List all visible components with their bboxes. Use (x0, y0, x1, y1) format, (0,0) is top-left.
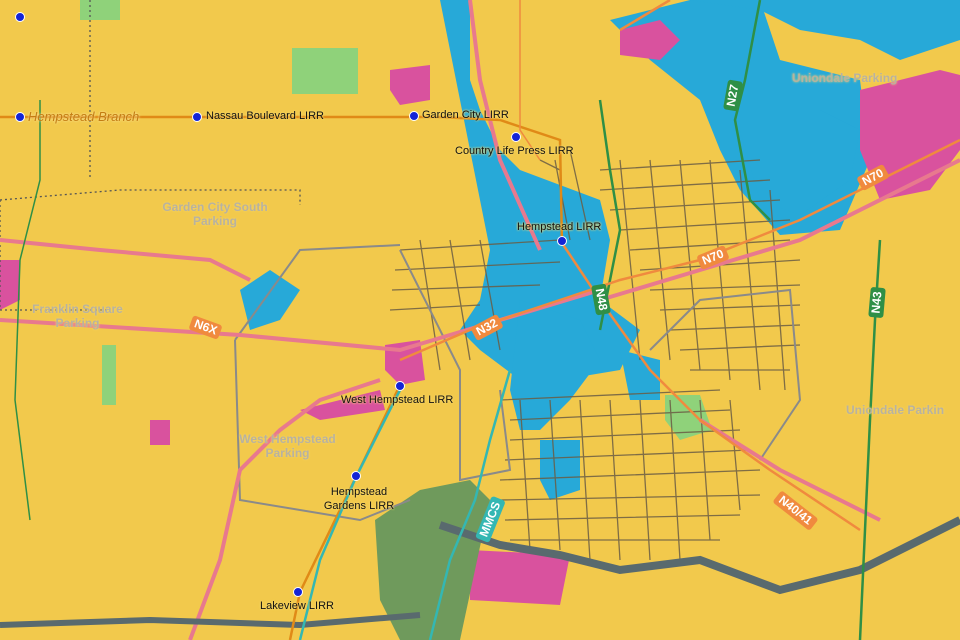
branch-label: Hempstead Branch (28, 109, 140, 124)
parking-label-westhempstead[interactable]: West Hempstead Parking (225, 432, 350, 460)
route-shield-n43[interactable]: N43 (868, 286, 886, 319)
station-label-gardencity[interactable]: Garden City LIRR (422, 109, 509, 121)
parking-label-uniondale-1[interactable]: Uniondale Parking (792, 71, 897, 85)
green-field (292, 48, 358, 94)
green-field (102, 345, 116, 405)
parking-label-franklin[interactable]: Franklin Square Parking (20, 302, 135, 330)
station-label-countrylife[interactable]: Country Life Press LIRR (455, 145, 574, 157)
station-label-nassau[interactable]: Nassau Boulevard LIRR (206, 110, 324, 122)
station-dot[interactable] (511, 132, 521, 142)
station-label-lakeview[interactable]: Lakeview LIRR (260, 600, 334, 612)
station-label-westhempstead[interactable]: West Hempstead LIRR (341, 394, 453, 406)
map-canvas[interactable]: Hempstead Branch Nassau Boulevard LIRR G… (0, 0, 960, 640)
parking-label-uniondale-2[interactable]: Uniondale Parkin (846, 403, 944, 417)
parking-label-gardencity-south[interactable]: Garden City South Parking (160, 200, 270, 228)
station-dot[interactable] (293, 587, 303, 597)
station-dot[interactable] (192, 112, 202, 122)
map-layer (0, 0, 960, 640)
station-dot[interactable] (351, 471, 361, 481)
station-label-hempsteadgardens[interactable]: Hempstead Gardens LIRR (320, 485, 398, 513)
station-dot[interactable] (409, 111, 419, 121)
station-dot[interactable] (395, 381, 405, 391)
station-dot[interactable] (15, 12, 25, 22)
green-field (80, 0, 120, 20)
station-dot[interactable] (15, 112, 25, 122)
station-label-hempstead[interactable]: Hempstead LIRR (517, 221, 601, 233)
station-dot[interactable] (557, 236, 567, 246)
